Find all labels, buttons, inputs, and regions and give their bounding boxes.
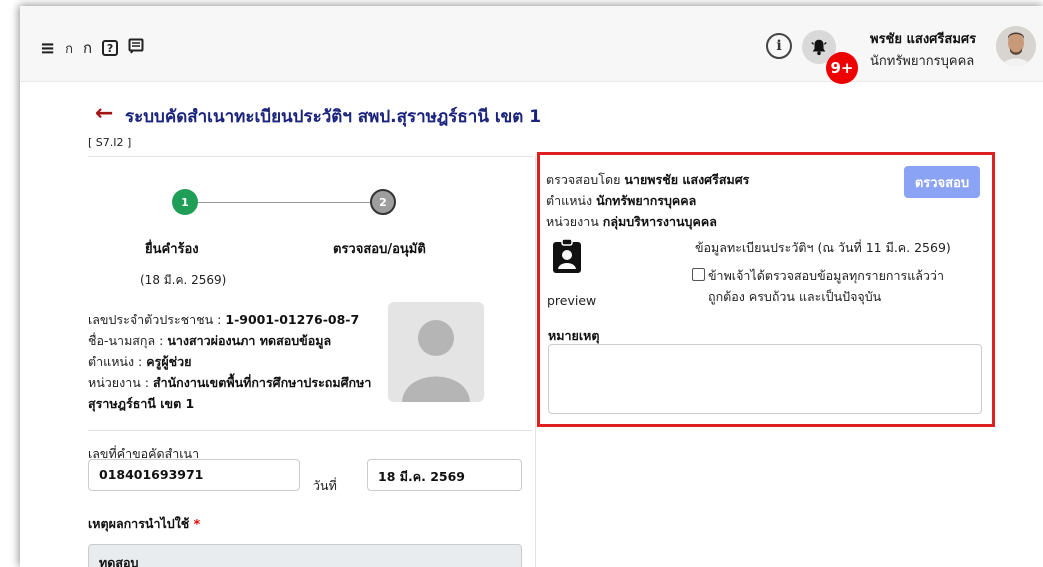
position-label: ตำแหน่ง : — [88, 354, 147, 369]
unit-row: หน่วยงาน : สำนักงานเขตพื้นที่การศึกษาประ… — [88, 372, 378, 414]
notification-badge: 9+ — [826, 52, 858, 84]
reviewer-unit-row: หน่วยงาน กลุ่มบริหารงานบุคคล — [546, 211, 749, 232]
id-row: เลขประจำตัวประชาชน : 1-9001-01276-08-7 — [88, 309, 378, 330]
bell-icon — [811, 39, 827, 56]
unit-label: หน่วยงาน : — [88, 375, 153, 390]
top-bar: ≡ ก ก ? i 9+ พรชัย แสงศรีสมศร นักทรัพยาก… — [20, 6, 1043, 84]
confirm-checkbox[interactable] — [692, 268, 705, 281]
preview-link[interactable]: preview — [547, 293, 596, 308]
date-field[interactable]: 18 มี.ค. 2569 — [367, 459, 522, 491]
confirm-text: ข้าพเจ้าได้ตรวจสอบข้อมูลทุกรายการแล้วว่า… — [708, 265, 978, 307]
reviewer-position-label: ตำแหน่ง — [546, 193, 597, 208]
font-decrease-button[interactable]: ก — [65, 38, 73, 59]
message-icon[interactable] — [128, 38, 144, 58]
reason-label: เหตุผลการนำไปใช้ * — [88, 514, 200, 534]
reason-label-text: เหตุผลการนำไปใช้ — [88, 516, 190, 531]
hamburger-icon[interactable]: ≡ — [40, 38, 55, 59]
verified-by-value: นายพรชัย แสงศรีสมศร — [624, 172, 750, 187]
position-row: ตำแหน่ง : ครูผู้ช่วย — [88, 351, 378, 372]
help-glyph: ? — [106, 41, 114, 55]
id-value: 1-9001-01276-08-7 — [225, 312, 360, 327]
step-2-label: ตรวจสอบ/อนุมัติ — [333, 242, 426, 257]
person-photo — [388, 302, 484, 402]
message-svg — [128, 38, 144, 54]
reviewer-position-row: ตำแหน่ง นักทรัพยากรบุคคล — [546, 190, 749, 211]
step-1-circle: 1 — [172, 189, 198, 215]
person-info: เลขประจำตัวประชาชน : 1-9001-01276-08-7 ช… — [88, 309, 378, 414]
divider — [88, 430, 533, 431]
step-1-label: ยื่นคำร้อง — [145, 242, 199, 257]
name-value: นางสาวผ่องนภา ทดสอบข้อมูล — [167, 333, 332, 348]
verify-button[interactable]: ตรวจสอบ — [904, 166, 980, 198]
clipboard-user-icon[interactable] — [552, 238, 582, 274]
step-2-circle: 2 — [370, 189, 396, 215]
note-textarea[interactable] — [548, 344, 982, 414]
help-icon[interactable]: ? — [102, 40, 119, 56]
reason-field[interactable]: ทดสอบ — [88, 544, 522, 567]
divider — [88, 156, 533, 157]
column-divider — [535, 156, 536, 567]
page-title: ระบบคัดสำเนาทะเบียนประวัติฯ สพป.สุราษฎร์… — [125, 107, 542, 127]
page-code: [ S7.I2 ] — [88, 136, 132, 149]
user-role: นักทรัพยากรบุคคล — [870, 54, 975, 69]
confirm-line-2: ถูกต้อง ครบถ้วน และเป็นปัจจุบัน — [708, 289, 882, 304]
request-number-field[interactable]: 018401693971 — [88, 459, 300, 491]
required-mark: * — [193, 516, 201, 531]
back-arrow-icon[interactable]: ← — [95, 101, 113, 126]
user-name: พรชัย แสงศรีสมศร — [870, 32, 977, 47]
verified-by-row: ตรวจสอบโดย นายพรชัย แสงศรีสมศร — [546, 169, 749, 190]
info-icon[interactable]: i — [766, 33, 792, 59]
avatar-image — [996, 26, 1036, 66]
step-1-date: (18 มี.ค. 2569) — [140, 273, 227, 287]
reviewer-position-value: นักทรัพยากรบุคคล — [596, 193, 697, 208]
confirm-line-1: ข้าพเจ้าได้ตรวจสอบข้อมูลทุกรายการแล้วว่า — [708, 268, 944, 283]
app-window: ≡ ก ก ? i 9+ พรชัย แสงศรีสมศร นักทรัพยาก… — [20, 6, 1043, 567]
reviewer-unit-label: หน่วยงาน — [546, 214, 603, 229]
stepper-line — [198, 202, 370, 203]
reviewer-unit-value: กลุ่มบริหารงานบุคคล — [602, 214, 717, 229]
avatar[interactable] — [996, 26, 1036, 66]
toolbar-left: ≡ ก ก ? — [40, 36, 144, 60]
registry-info: ข้อมูลทะเบียนประวัติฯ (ณ วันที่ 11 มี.ค.… — [695, 240, 951, 255]
position-value: ครูผู้ช่วย — [146, 354, 192, 369]
verified-by-label: ตรวจสอบโดย — [546, 172, 625, 187]
person-silhouette-icon — [388, 302, 484, 402]
note-label: หมายเหตุ — [548, 328, 600, 343]
date-label: วันที่ — [313, 478, 337, 493]
name-row: ชื่อ-นามสกุล : นางสาวผ่องนภา ทดสอบข้อมูล — [88, 330, 378, 351]
font-increase-button[interactable]: ก — [83, 36, 92, 60]
id-label: เลขประจำตัวประชาชน : — [88, 312, 226, 327]
reviewer-info: ตรวจสอบโดย นายพรชัย แสงศรีสมศร ตำแหน่ง น… — [546, 169, 749, 232]
clipboard-svg — [553, 238, 581, 273]
name-label: ชื่อ-นามสกุล : — [88, 333, 168, 348]
